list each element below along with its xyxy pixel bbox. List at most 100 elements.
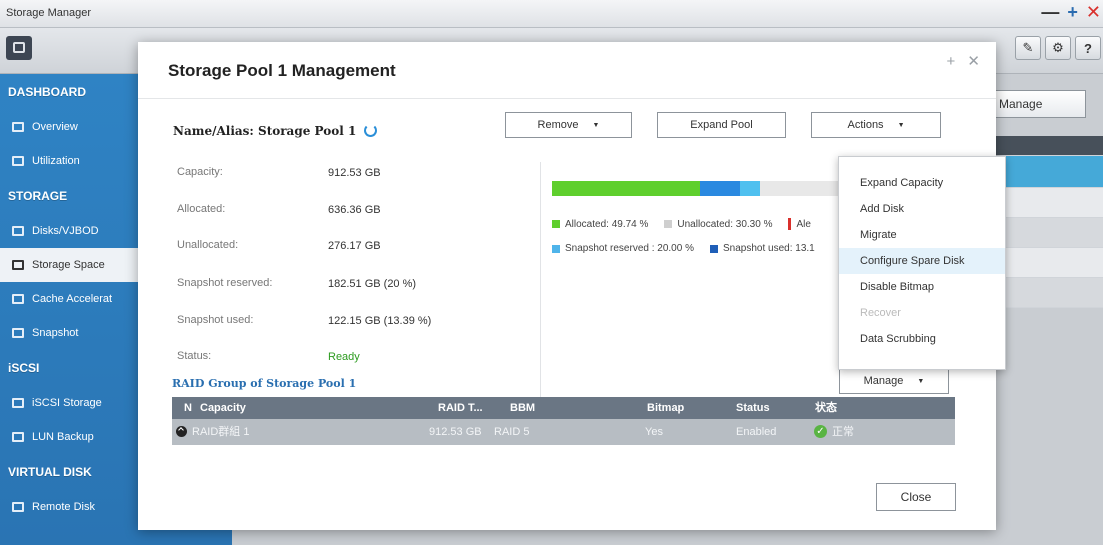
cache-icon <box>12 294 24 304</box>
tools-button[interactable]: ✎ <box>1015 36 1041 60</box>
legend-unallocated: Unallocated: 30.30 % <box>677 218 773 230</box>
capacity-label: Capacity: <box>177 166 223 178</box>
chart-icon <box>12 156 24 166</box>
menu-icon <box>13 42 25 53</box>
status-value: Ready <box>328 351 360 363</box>
dialog-controls[interactable]: + ✕ <box>947 52 985 70</box>
manage-label: Manage <box>863 375 904 387</box>
overview-icon <box>12 122 24 132</box>
sidebar-item-label: Overview <box>32 121 78 133</box>
snapshot-used-value: 122.15 GB (13.39 %) <box>328 315 432 327</box>
minimize-icon[interactable]: — <box>1041 2 1059 22</box>
usage-segment-snapshot-used <box>700 181 741 196</box>
unallocated-swatch <box>664 220 673 228</box>
title-divider <box>138 98 996 99</box>
window-controls: — + ✕ <box>1041 2 1101 22</box>
vertical-divider <box>540 162 541 397</box>
menu-item-expand-capacity[interactable]: Expand Capacity <box>839 170 1005 196</box>
sidebar-item-label: Snapshot <box>32 327 79 339</box>
menu-item-recover: Recover <box>860 307 901 319</box>
name-alias: Name/Alias: Storage Pool 1 <box>173 124 357 138</box>
column-header-raid-type[interactable]: RAID T... <box>438 397 483 419</box>
background-table-header <box>985 136 1103 156</box>
menu-item-data-scrubbing[interactable]: Data Scrubbing <box>839 326 1005 352</box>
table-header: N Capacity RAID T... BBM Bitmap Status 状… <box>172 397 955 419</box>
allocated-value: 636.36 GB <box>328 204 381 216</box>
usage-segment-allocated <box>552 181 701 196</box>
maximize-icon[interactable]: + <box>1067 2 1078 22</box>
actions-dropdown-menu: Expand Capacity Add Disk Migrate Configu… <box>838 156 1006 370</box>
allocated-swatch <box>552 220 560 228</box>
background-manage-button[interactable]: Manage <box>988 90 1086 118</box>
menu-item-migrate[interactable]: Migrate <box>839 222 1005 248</box>
caret-down-icon: ▼ <box>592 121 600 129</box>
remove-button[interactable]: Remove ▼ <box>505 112 632 138</box>
actions-button[interactable]: Actions ▼ <box>811 112 941 138</box>
column-header-status[interactable]: Status <box>736 397 770 419</box>
actions-label: Actions <box>847 119 884 131</box>
snapshot-icon <box>12 328 24 338</box>
manage-button[interactable]: Manage ▼ <box>839 368 949 394</box>
help-button[interactable]: ? <box>1075 36 1101 60</box>
sidebar-item-label: Storage Space <box>32 259 105 271</box>
disk-icon <box>12 226 24 236</box>
sidebar-item-label: iSCSI Storage <box>32 397 102 409</box>
gear-icon: ⚙ <box>1052 40 1064 55</box>
pool-usage-bar <box>552 181 850 196</box>
snapshot-reserved-swatch <box>552 244 560 253</box>
table-row[interactable]: RAID群組 1 912.53 GB RAID 5 Yes Enabled ✓ … <box>172 419 955 445</box>
raid-group-capacity: 912.53 GB <box>429 426 482 438</box>
raid-group-bitmap: Yes <box>645 426 663 438</box>
raid-group-status: Enabled <box>736 426 777 438</box>
sidebar-item-label: Remote Disk <box>32 501 95 513</box>
expand-pool-label: Expand Pool <box>690 119 753 131</box>
legend-allocated: Allocated: 49.74 % <box>565 218 649 230</box>
storage-icon <box>12 260 24 270</box>
column-header-bitmap[interactable]: Bitmap <box>647 397 684 419</box>
snapshot-reserved-value: 182.51 GB (20 %) <box>328 278 417 290</box>
column-header-state[interactable]: 状态 <box>815 397 837 419</box>
close-button[interactable]: Close <box>876 483 956 511</box>
snapshot-used-label: Snapshot used: <box>177 314 254 326</box>
app-titlebar: Storage Manager — + ✕ <box>0 0 1103 28</box>
backup-icon <box>12 432 24 442</box>
status-label: Status: <box>177 350 212 362</box>
sidebar-item-label: Utilization <box>32 155 80 167</box>
caret-down-icon: ▼ <box>897 121 905 129</box>
column-header-capacity[interactable]: Capacity <box>200 397 246 419</box>
column-header-bbm[interactable]: BBM <box>510 397 535 419</box>
unallocated-value: 276.17 GB <box>328 240 381 252</box>
raid-group-table: N Capacity RAID T... BBM Bitmap Status 状… <box>172 397 955 445</box>
remove-label: Remove <box>537 119 579 131</box>
allocated-label: Allocated: <box>177 203 226 215</box>
alert-swatch <box>788 218 792 230</box>
menu-item-add-disk[interactable]: Add Disk <box>839 196 1005 222</box>
usage-legend-row-1: Allocated: 49.74 % Unallocated: 30.30 % … <box>552 218 811 230</box>
refresh-icon[interactable] <box>364 124 377 137</box>
close-window-icon[interactable]: ✕ <box>1086 2 1101 22</box>
settings-button[interactable]: ⚙ <box>1045 36 1071 60</box>
sidebar-item-label: Disks/VJBOD <box>32 225 99 237</box>
caret-down-icon: ▼ <box>917 377 925 385</box>
unallocated-label: Unallocated: <box>177 239 239 251</box>
sidebar-item-label: LUN Backup <box>32 431 94 443</box>
expand-pool-button[interactable]: Expand Pool <box>657 112 786 138</box>
legend-snapshot-used: Snapshot used: 13.1 <box>722 243 815 254</box>
expand-row-icon[interactable] <box>176 426 187 437</box>
main-menu-button[interactable] <box>6 36 32 60</box>
snapshot-used-swatch <box>709 244 718 253</box>
legend-alert: Ale <box>796 218 811 230</box>
raid-group-type: RAID 5 <box>494 426 530 438</box>
help-icon: ? <box>1084 40 1092 56</box>
usage-segment-unallocated <box>759 181 850 196</box>
raid-group-title: RAID Group of Storage Pool 1 <box>172 377 357 390</box>
usage-segment-snapshot-reserved-free <box>740 181 760 196</box>
usage-legend-row-2: Snapshot reserved : 20.00 % Snapshot use… <box>552 243 815 254</box>
check-icon: ✓ <box>814 425 827 438</box>
menu-item-disable-bitmap[interactable]: Disable Bitmap <box>839 274 1005 300</box>
brush-icon: ✎ <box>1022 40 1034 55</box>
column-header-name[interactable]: N <box>184 397 192 419</box>
iscsi-icon <box>12 398 24 408</box>
menu-item-configure-spare-disk[interactable]: Configure Spare Disk <box>839 248 1005 274</box>
sidebar-item-label: Cache Accelerat <box>32 293 113 305</box>
